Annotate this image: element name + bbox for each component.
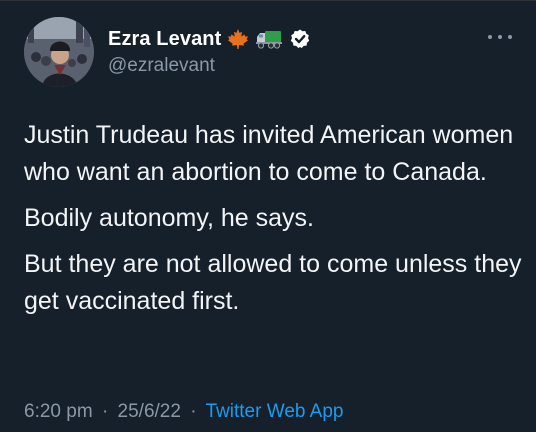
name-row: Ezra Levant <box>108 25 311 53</box>
tweet-text: Justin Trudeau has invited American wome… <box>24 117 524 329</box>
tweet-date[interactable]: 25/6/22 <box>118 401 181 422</box>
avatar-image <box>24 17 94 87</box>
maple-leaf-icon <box>227 28 249 50</box>
verified-icon[interactable] <box>289 28 311 50</box>
tweet-source-link[interactable]: Twitter Web App <box>206 401 344 422</box>
tweet-card: Ezra Levant @ezralevant Justin Trudeau h… <box>0 0 536 432</box>
user-handle[interactable]: @ezralevant <box>108 55 215 77</box>
tweet-paragraph: But they are not allowed to come unless … <box>24 250 522 315</box>
avatar[interactable] <box>24 17 94 87</box>
tweet-paragraph: Justin Trudeau has invited American wome… <box>24 121 514 186</box>
tweet-paragraph: Bodily autonomy, he says. <box>24 204 314 232</box>
tweet-time[interactable]: 6:20 pm <box>24 401 93 422</box>
truck-icon <box>255 28 283 50</box>
display-name[interactable]: Ezra Levant <box>108 28 221 51</box>
separator: · <box>190 401 197 422</box>
more-options-icon[interactable] <box>488 29 512 45</box>
separator: · <box>101 401 109 422</box>
tweet-metadata: 6:20 pm · 25/6/22 · Twitter Web App <box>24 401 344 423</box>
